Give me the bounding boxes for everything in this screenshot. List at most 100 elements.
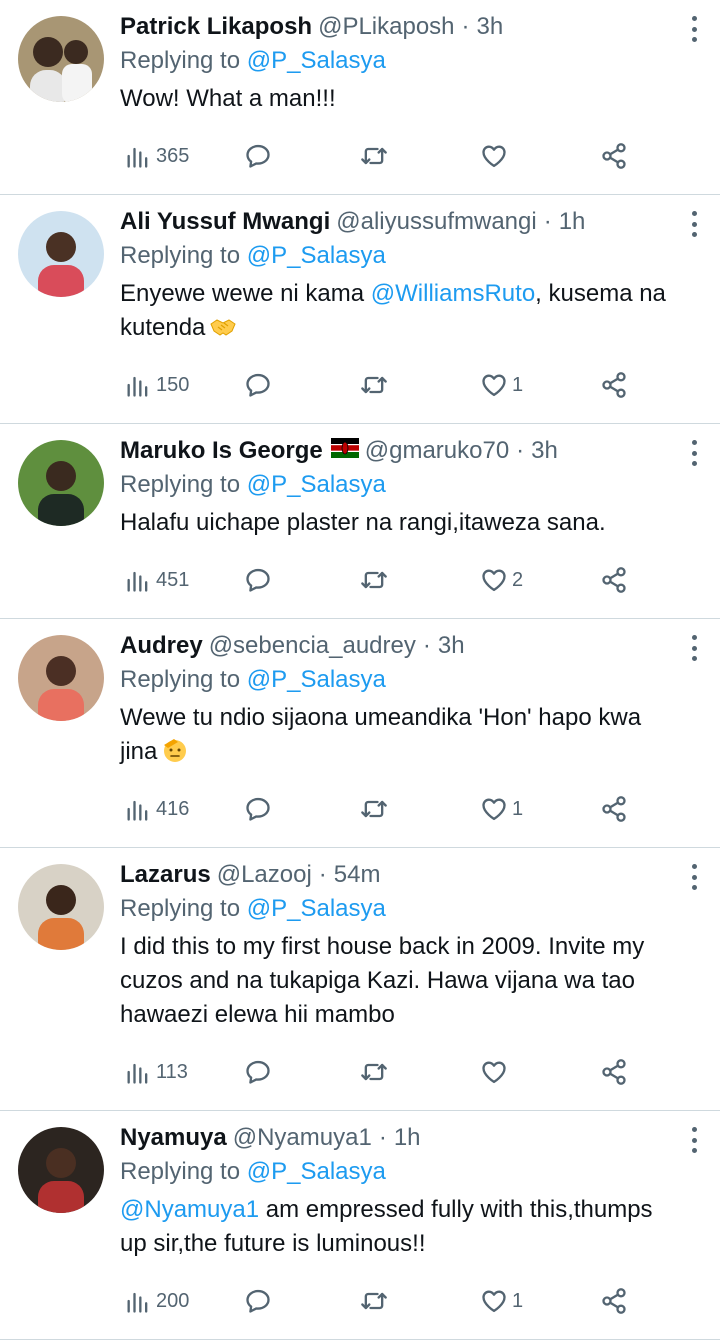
views-button[interactable]: 113 xyxy=(124,1058,188,1086)
more-icon[interactable] xyxy=(690,16,698,42)
mention-link[interactable]: @WilliamsRuto xyxy=(371,280,535,307)
avatar[interactable] xyxy=(18,864,104,950)
timestamp[interactable]: 1h xyxy=(559,205,586,239)
retweet-button[interactable] xyxy=(360,371,388,399)
views-button[interactable]: 365 xyxy=(124,142,189,170)
replying-to-link[interactable]: @P_Salasya xyxy=(247,666,386,693)
replying-prefix: Replying to xyxy=(120,1158,241,1185)
share-button[interactable] xyxy=(600,795,628,823)
more-icon[interactable] xyxy=(690,1127,698,1153)
replying-to-link[interactable]: @P_Salasya xyxy=(247,895,386,922)
tweet-reply[interactable]: Nyamuya @Nyamuya1 · 1h Replying to @P_Salasy… xyxy=(0,1111,720,1340)
user-handle[interactable]: @Nyamuya1 xyxy=(233,1121,372,1155)
tweet-reply[interactable]: Patrick Likaposh @PLikaposh · 3h Replying to… xyxy=(0,0,720,195)
display-name[interactable]: Audrey xyxy=(120,629,203,663)
display-name[interactable]: Patrick Likaposh xyxy=(120,10,312,44)
retweet-button[interactable] xyxy=(360,1058,388,1086)
more-icon[interactable] xyxy=(690,440,698,466)
more-icon[interactable] xyxy=(690,635,698,661)
replying-to-link[interactable]: @P_Salasya xyxy=(247,47,386,74)
like-button[interactable] xyxy=(480,1058,512,1086)
like-button[interactable]: 1 xyxy=(480,371,523,399)
tweet-actions: 150 1 xyxy=(120,357,704,423)
views-button[interactable]: 416 xyxy=(124,795,189,823)
replying-to: Replying to @P_Salasya xyxy=(120,239,704,273)
retweet-button[interactable] xyxy=(360,1287,388,1315)
like-count: 1 xyxy=(512,1289,524,1312)
like-button[interactable]: 2 xyxy=(480,566,523,594)
share-button[interactable] xyxy=(600,1058,628,1086)
more-icon[interactable] xyxy=(690,864,698,890)
retweet-button[interactable] xyxy=(360,142,388,170)
share-icon xyxy=(600,371,628,399)
avatar[interactable] xyxy=(18,211,104,297)
timestamp[interactable]: 1h xyxy=(394,1121,421,1155)
display-name[interactable]: Nyamuya xyxy=(120,1121,227,1155)
tweet-reply[interactable]: Ali Yussuf Mwangi @aliyussufmwangi · 1h Repl… xyxy=(0,195,720,424)
share-icon xyxy=(600,1287,628,1315)
timestamp[interactable]: 3h xyxy=(531,434,558,468)
reply-button[interactable] xyxy=(244,371,272,399)
views-icon xyxy=(124,795,152,823)
replying-to: Replying to @P_Salasya xyxy=(120,1155,704,1189)
views-button[interactable]: 150 xyxy=(124,371,189,399)
replying-to-link[interactable]: @P_Salasya xyxy=(247,1158,386,1185)
like-button[interactable] xyxy=(480,142,512,170)
timestamp[interactable]: 54m xyxy=(334,858,381,892)
views-count: 150 xyxy=(156,373,190,396)
retweet-icon xyxy=(360,371,388,399)
share-button[interactable] xyxy=(600,566,628,594)
reply-button[interactable] xyxy=(244,142,272,170)
share-button[interactable] xyxy=(600,1287,628,1315)
share-button[interactable] xyxy=(600,142,628,170)
share-icon xyxy=(600,1058,628,1086)
tweet-header: Patrick Likaposh @PLikaposh · 3h xyxy=(120,10,704,44)
replying-to-link[interactable]: @P_Salasya xyxy=(247,242,386,269)
views-count: 451 xyxy=(156,568,190,591)
timestamp[interactable]: 3h xyxy=(438,629,465,663)
avatar[interactable] xyxy=(18,16,104,102)
reply-button[interactable] xyxy=(244,795,272,823)
avatar[interactable] xyxy=(18,440,104,526)
user-handle[interactable]: @gmaruko70 xyxy=(365,434,509,468)
like-icon xyxy=(480,1287,508,1315)
reply-timeline: Patrick Likaposh @PLikaposh · 3h Replying to… xyxy=(0,0,720,1340)
views-icon xyxy=(124,1287,152,1315)
reply-button[interactable] xyxy=(244,1058,272,1086)
tweet-reply[interactable]: Audrey @sebencia_audrey · 3h Replying to @P_… xyxy=(0,619,720,848)
tweet-header: Maruko Is George @gmaruko70 · 3h xyxy=(120,434,704,468)
like-button[interactable]: 1 xyxy=(480,1287,523,1315)
tweet-header: Nyamuya @Nyamuya1 · 1h xyxy=(120,1121,704,1155)
tweet-reply[interactable]: Maruko Is George @gmaruko70 · 3h Replying to… xyxy=(0,424,720,619)
like-button[interactable]: 1 xyxy=(480,795,523,823)
reply-button[interactable] xyxy=(244,566,272,594)
share-button[interactable] xyxy=(600,371,628,399)
kenya-flag-icon xyxy=(330,438,359,458)
views-button[interactable]: 200 xyxy=(124,1287,189,1315)
user-handle[interactable]: @aliyussufmwangi xyxy=(336,205,536,239)
views-icon xyxy=(124,1058,152,1086)
tweet-actions: 113 xyxy=(120,1044,704,1110)
user-handle[interactable]: @Lazooj xyxy=(217,858,312,892)
views-button[interactable]: 451 xyxy=(124,566,189,594)
user-handle[interactable]: @sebencia_audrey xyxy=(209,629,416,663)
reply-button[interactable] xyxy=(244,1287,272,1315)
retweet-button[interactable] xyxy=(360,566,388,594)
more-icon[interactable] xyxy=(690,211,698,237)
replying-to-link[interactable]: @P_Salasya xyxy=(247,471,386,498)
tweet-actions: 416 1 xyxy=(120,781,704,847)
mention-link[interactable]: @Nyamuya1 xyxy=(120,1196,259,1223)
avatar[interactable] xyxy=(18,1127,104,1213)
handshake-emoji xyxy=(210,319,237,336)
retweet-button[interactable] xyxy=(360,795,388,823)
timestamp[interactable]: 3h xyxy=(477,10,504,44)
tweet-reply[interactable]: Lazarus @Lazooj · 54m Replying to @P_Salasya… xyxy=(0,848,720,1111)
display-name[interactable]: Ali Yussuf Mwangi xyxy=(120,205,330,239)
separator-dot: · xyxy=(516,437,525,464)
display-name[interactable]: Maruko Is George xyxy=(120,434,323,468)
display-name[interactable]: Lazarus xyxy=(120,858,211,892)
tweet-body: Halafu uichape plaster na rangi,itaweza … xyxy=(120,506,704,540)
avatar[interactable] xyxy=(18,635,104,721)
user-handle[interactable]: @PLikaposh xyxy=(318,10,454,44)
retweet-icon xyxy=(360,1058,388,1086)
